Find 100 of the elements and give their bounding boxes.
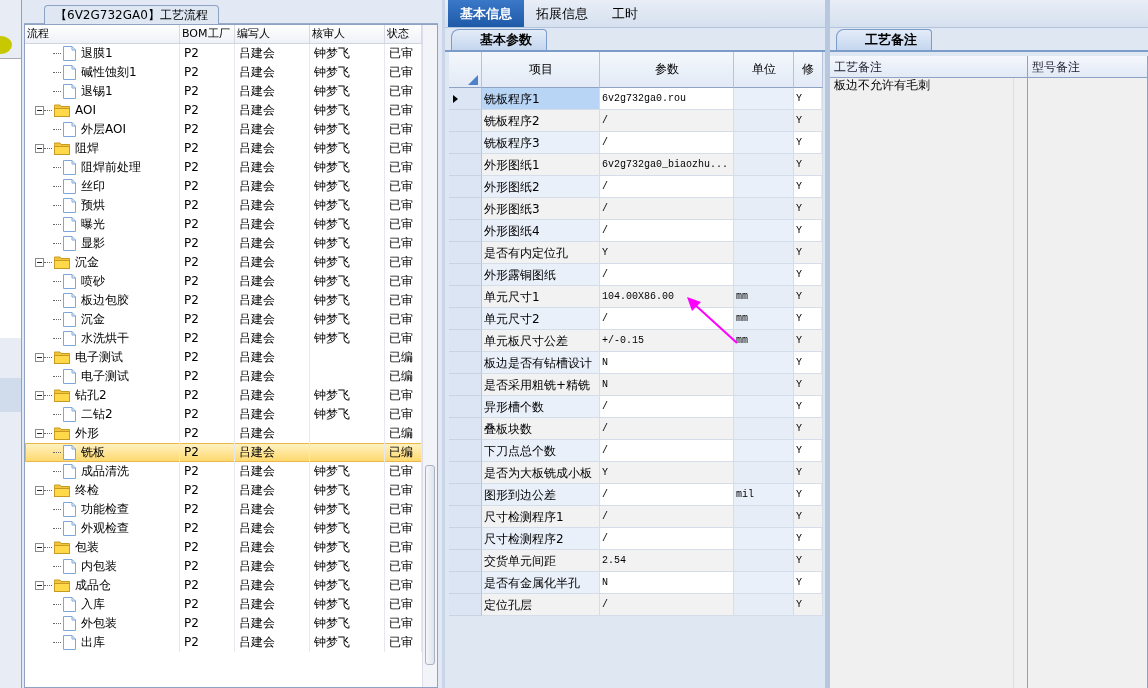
tree-row[interactable]: 水洗烘干 P2 吕建会 钟梦飞 已审 <box>25 329 422 348</box>
table-cell[interactable]: 定位孔层 <box>482 594 600 616</box>
tree-row[interactable]: 阻焊前处理 P2 吕建会 钟梦飞 已审 <box>25 158 422 177</box>
collapse-toggle[interactable] <box>35 543 44 552</box>
table-cell: 已审 <box>389 103 413 117</box>
tree-row[interactable]: 板边包胶 P2 吕建会 钟梦飞 已审 <box>25 291 422 310</box>
column-header[interactable]: 项目 <box>482 52 600 88</box>
tree-row[interactable]: 退锡1 P2 吕建会 钟梦飞 已审 <box>25 82 422 101</box>
table-cell[interactable]: 铣板程序3 <box>482 132 600 154</box>
table-cell: 吕建会 <box>239 46 275 60</box>
table-cell[interactable]: 外形露铜图纸 <box>482 264 600 286</box>
section-tab[interactable]: 工艺备注 <box>836 29 932 50</box>
scroll-thumb[interactable] <box>425 465 435 665</box>
table-cell[interactable]: 板边是否有钻槽设计 <box>482 352 600 374</box>
table-cell[interactable]: 外形图纸3 <box>482 198 600 220</box>
tree-row[interactable]: 铣板 P2 吕建会 已编 <box>25 443 422 462</box>
column-header[interactable]: 单位 <box>734 52 794 88</box>
column-header[interactable]: 型号备注 <box>1028 56 1148 78</box>
table-cell[interactable]: 异形槽个数 <box>482 396 600 418</box>
column-header[interactable]: 核审人 <box>310 25 385 43</box>
collapse-toggle[interactable] <box>35 581 44 590</box>
collapse-toggle[interactable] <box>35 144 44 153</box>
table-cell[interactable]: 单元尺寸2 <box>482 308 600 330</box>
row-header[interactable] <box>449 88 482 110</box>
collapse-toggle[interactable] <box>35 353 44 362</box>
tree-node-label: 碱性蚀刻1 <box>81 64 137 81</box>
table-cell[interactable]: 是否有内定位孔 <box>482 242 600 264</box>
tree-row[interactable]: 成品清洗 P2 吕建会 钟梦飞 已审 <box>25 462 422 481</box>
table-cell[interactable]: 外形图纸2 <box>482 176 600 198</box>
column-header[interactable]: 修 <box>794 52 823 88</box>
tree-row[interactable]: 外包装 P2 吕建会 钟梦飞 已审 <box>25 614 422 633</box>
collapse-toggle[interactable] <box>35 391 44 400</box>
splitter[interactable] <box>825 0 830 688</box>
selected-item[interactable] <box>0 378 21 412</box>
tree-row[interactable]: 包装 P2 吕建会 钟梦飞 已审 <box>25 538 422 557</box>
tree-row[interactable]: 沉金 P2 吕建会 钟梦飞 已审 <box>25 253 422 272</box>
tree-row[interactable]: 外观检查 P2 吕建会 钟梦飞 已审 <box>25 519 422 538</box>
tree-row[interactable]: 喷砂 P2 吕建会 钟梦飞 已审 <box>25 272 422 291</box>
scrollbar[interactable] <box>422 25 437 687</box>
table-cell[interactable]: 单元尺寸1 <box>482 286 600 308</box>
column-header[interactable]: BOM工厂 <box>180 25 235 43</box>
tree-row[interactable]: 入库 P2 吕建会 钟梦飞 已审 <box>25 595 422 614</box>
table-cell[interactable]: 下刀点总个数 <box>482 440 600 462</box>
table-cell[interactable]: 尺寸检测程序2 <box>482 528 600 550</box>
tree-row[interactable]: 碱性蚀刻1 P2 吕建会 钟梦飞 已审 <box>25 63 422 82</box>
table-cell: P2 <box>184 103 199 117</box>
table-cell[interactable]: 交货单元间距 <box>482 550 600 572</box>
table-cell: 钟梦飞 <box>314 407 350 421</box>
collapse-toggle[interactable] <box>35 429 44 438</box>
tree-row[interactable]: 电子测试 P2 吕建会 已编 <box>25 348 422 367</box>
tree-row[interactable]: 退膜1 P2 吕建会 钟梦飞 已审 <box>25 44 422 63</box>
collapse-toggle[interactable] <box>35 106 44 115</box>
collapse-toggle[interactable] <box>35 486 44 495</box>
tree-row[interactable]: 终检 P2 吕建会 钟梦飞 已审 <box>25 481 422 500</box>
table-cell: P2 <box>184 483 199 497</box>
tree-row[interactable]: 沉金 P2 吕建会 钟梦飞 已审 <box>25 310 422 329</box>
tab[interactable]: 基本信息 <box>448 0 524 27</box>
corner-icon[interactable] <box>468 74 478 85</box>
note-field[interactable] <box>1028 78 1148 688</box>
tree-node-label: AOI <box>75 102 96 119</box>
tree-row[interactable]: 曝光 P2 吕建会 钟梦飞 已审 <box>25 215 422 234</box>
table-cell: 钟梦飞 <box>314 236 350 250</box>
column-header[interactable]: 流程 <box>25 25 180 43</box>
tree-row[interactable]: 外层AOI P2 吕建会 钟梦飞 已审 <box>25 120 422 139</box>
table-cell[interactable]: 铣板程序2 <box>482 110 600 132</box>
table-cell[interactable]: 铣板程序1 <box>482 88 600 110</box>
tree-row[interactable]: AOI P2 吕建会 钟梦飞 已审 <box>25 101 422 120</box>
table-cell[interactable]: 尺寸检测程序1 <box>482 506 600 528</box>
tree-row[interactable]: 电子测试 P2 吕建会 已编 <box>25 367 422 386</box>
table-cell: 已审 <box>389 179 413 193</box>
table-cell[interactable]: 单元板尺寸公差 <box>482 330 600 352</box>
table-cell[interactable]: 是否采用粗铣+精铣 <box>482 374 600 396</box>
tree-row[interactable]: 内包装 P2 吕建会 钟梦飞 已审 <box>25 557 422 576</box>
tree-row[interactable]: 丝印 P2 吕建会 钟梦飞 已审 <box>25 177 422 196</box>
table-cell[interactable]: 是否有金属化半孔 <box>482 572 600 594</box>
table-cell[interactable]: 是否为大板铣成小板 <box>482 462 600 484</box>
tree-row[interactable]: 阻焊 P2 吕建会 钟梦飞 已审 <box>25 139 422 158</box>
tree-row[interactable]: 钻孔2 P2 吕建会 钟梦飞 已审 <box>25 386 422 405</box>
tree-row[interactable]: 显影 P2 吕建会 钟梦飞 已审 <box>25 234 422 253</box>
table-cell[interactable]: 叠板块数 <box>482 418 600 440</box>
document-icon <box>63 179 76 194</box>
tree-row[interactable]: 二钻2 P2 吕建会 钟梦飞 已审 <box>25 405 422 424</box>
tab[interactable]: 拓展信息 <box>524 0 600 27</box>
table-cell[interactable]: 外形图纸1 <box>482 154 600 176</box>
collapse-toggle[interactable] <box>35 258 44 267</box>
table-cell[interactable]: 外形图纸4 <box>482 220 600 242</box>
tree-row[interactable]: 功能检查 P2 吕建会 钟梦飞 已审 <box>25 500 422 519</box>
tree-row[interactable]: 预烘 P2 吕建会 钟梦飞 已审 <box>25 196 422 215</box>
column-header[interactable]: 工艺备注 <box>830 56 1028 78</box>
table-cell[interactable]: 图形到边公差 <box>482 484 600 506</box>
column-header[interactable]: 编写人 <box>235 25 310 43</box>
column-header[interactable]: 参数 <box>600 52 734 88</box>
tab[interactable]: 工时 <box>600 0 650 27</box>
table-cell: 钟梦飞 <box>314 141 350 155</box>
tree-row[interactable]: 成品仓 P2 吕建会 钟梦飞 已审 <box>25 576 422 595</box>
table-cell: 吕建会 <box>239 122 275 136</box>
document-icon <box>63 445 76 460</box>
document-icon <box>63 616 76 631</box>
section-tab[interactable]: 基本参数 <box>451 29 547 50</box>
tree-row[interactable]: 出库 P2 吕建会 钟梦飞 已审 <box>25 633 422 652</box>
